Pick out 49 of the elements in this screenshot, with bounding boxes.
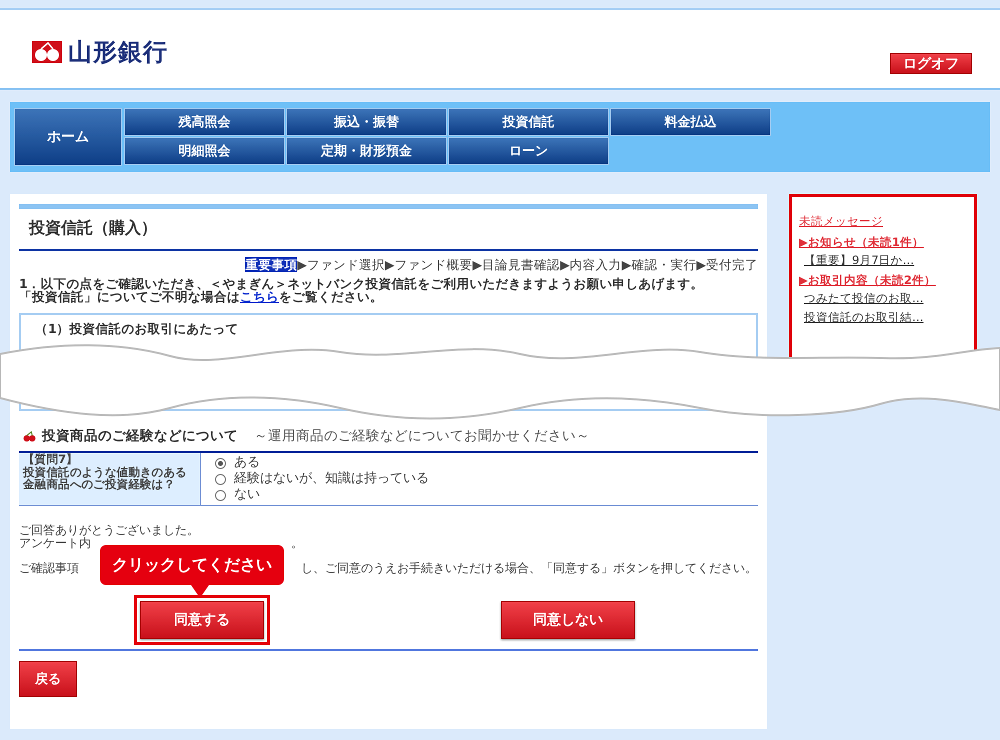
question-number: 【質問7】	[23, 453, 79, 466]
survey-text: 。	[291, 537, 303, 550]
nav-button[interactable]: 振込・振替	[286, 108, 447, 136]
logoff-button[interactable]: ログオフ	[890, 53, 972, 74]
question-text: 投資信託のような値動きのある金融商品へのご投資経験は？	[23, 466, 188, 490]
message-link[interactable]: 投資信託のお取引結…	[804, 310, 924, 324]
home-button[interactable]: ホーム	[14, 108, 122, 166]
radio-button[interactable]	[215, 474, 226, 484]
sidebar-category[interactable]: ▶お取引内容（未読2件）	[799, 273, 936, 287]
survey-text: アンケート内	[19, 537, 91, 550]
confirm-text: し、ご同意のうえお手続きいただける場合、「同意する」ボタンを押してください。	[301, 562, 757, 575]
option-label: ある	[234, 455, 260, 471]
help-text: 「投資信託」についてご不明な場合はこちら をご覧ください。	[19, 290, 383, 303]
nav-button[interactable]: 定期・財形預金	[286, 137, 447, 165]
box-title: （1）投資信託のお取引にあたって	[35, 321, 240, 338]
agree-button[interactable]: 同意する	[140, 601, 264, 639]
nav-button[interactable]: 投資信託	[448, 108, 609, 136]
cherry-icon	[23, 430, 36, 442]
step-label: ▶ファンド概要	[384, 257, 472, 272]
confirm-text: ご確認事項	[19, 562, 79, 575]
nav-button[interactable]: 明細照会	[124, 137, 285, 165]
bank-name: 山形銀行	[68, 37, 168, 68]
section-title: 投資商品のご経験などについて	[42, 427, 238, 445]
nav-button[interactable]: 残高照会	[124, 108, 285, 136]
message-link[interactable]: つみたて投信のお取…	[804, 291, 924, 305]
radio-button[interactable]	[215, 490, 226, 500]
thanks-text: ご回答ありがとうございました。	[19, 524, 200, 537]
nav-button[interactable]: 料金払込	[610, 108, 771, 136]
nav-button[interactable]: ローン	[448, 137, 609, 165]
message-link[interactable]: 【重要】9月7日か…	[804, 253, 914, 267]
help-link[interactable]: こちら	[240, 289, 279, 304]
step-label: ▶ファンド選択	[297, 257, 385, 272]
logo-icon	[32, 41, 62, 63]
step-label: ▶確認・実行	[622, 257, 696, 272]
step-label: ▶受付完了	[696, 257, 758, 272]
option-label: 経験はないが、知識は持っている	[234, 471, 429, 487]
sidebar-category[interactable]: ▶お知らせ（未読1件）	[799, 235, 924, 249]
option-label: ない	[234, 487, 260, 503]
section-subtitle: ～運用商品のご経験などについてお聞かせください～	[254, 427, 590, 445]
callout-bubble: クリックしてください	[100, 545, 284, 585]
step-label: ▶内容入力	[560, 257, 622, 272]
radio-button[interactable]	[215, 458, 226, 468]
intro-text: 1．以下の点をご確認いただき、＜やまぎん＞ネットバンク投資信託をご利用いただきますようお願い申しあげます。	[19, 277, 705, 290]
disagree-button[interactable]: 同意しない	[501, 601, 635, 639]
step-label: 重要事項	[245, 257, 298, 272]
page-title: 投資信託（購入）	[19, 204, 758, 251]
step-label: ▶目論見書確認	[472, 257, 560, 272]
sidebar-heading[interactable]: 未読メッセージ	[799, 214, 883, 228]
back-button[interactable]: 戻る	[19, 661, 77, 697]
